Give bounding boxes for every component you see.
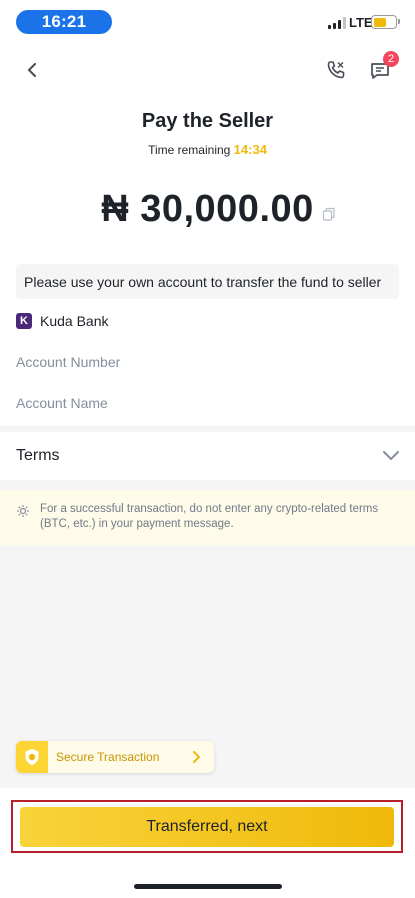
copy-icon[interactable] — [322, 207, 336, 221]
bank-name: Kuda Bank — [40, 313, 109, 329]
amount: ₦ 30,000.00 — [101, 188, 314, 230]
bank-logo-icon: K — [16, 313, 32, 329]
tip-text: For a successful transaction, do not ent… — [40, 503, 379, 530]
countdown: 14:34 — [233, 142, 267, 157]
chevron-right-icon — [190, 749, 202, 765]
bulb-icon — [16, 504, 30, 518]
signal-icon — [328, 17, 346, 29]
account-name-label: Account Name — [16, 395, 108, 411]
home-indicator[interactable] — [134, 884, 282, 889]
status-bar: 16:21 LTE — [0, 0, 415, 44]
network-type: LTE — [349, 15, 373, 30]
time-remaining: Time remaining 14:34 — [0, 142, 415, 157]
secure-transaction-label: Secure Transaction — [56, 750, 160, 764]
payment-method: K Kuda Bank — [16, 313, 109, 329]
shield-icon — [16, 741, 48, 773]
tip-banner: For a successful transaction, do not ent… — [0, 490, 415, 545]
account-number-label: Account Number — [16, 354, 121, 370]
back-icon[interactable] — [20, 58, 44, 82]
phone-icon[interactable] — [324, 58, 348, 82]
chat-badge: 2 — [383, 51, 399, 67]
terms-row[interactable]: Terms — [0, 432, 415, 480]
page-title: Pay the Seller — [141, 110, 274, 132]
secure-transaction-button[interactable]: Secure Transaction — [16, 741, 214, 773]
status-time: 16:21 — [16, 10, 112, 34]
battery-cap — [398, 19, 400, 24]
terms-label: Terms — [16, 447, 60, 464]
chevron-down-icon[interactable] — [381, 446, 401, 466]
notice-banner: Please use your own account to transfer … — [16, 264, 399, 299]
transferred-next-button[interactable]: Transferred, next — [20, 807, 394, 847]
time-remaining-label: Time remaining — [148, 143, 231, 157]
battery-icon — [371, 15, 397, 29]
